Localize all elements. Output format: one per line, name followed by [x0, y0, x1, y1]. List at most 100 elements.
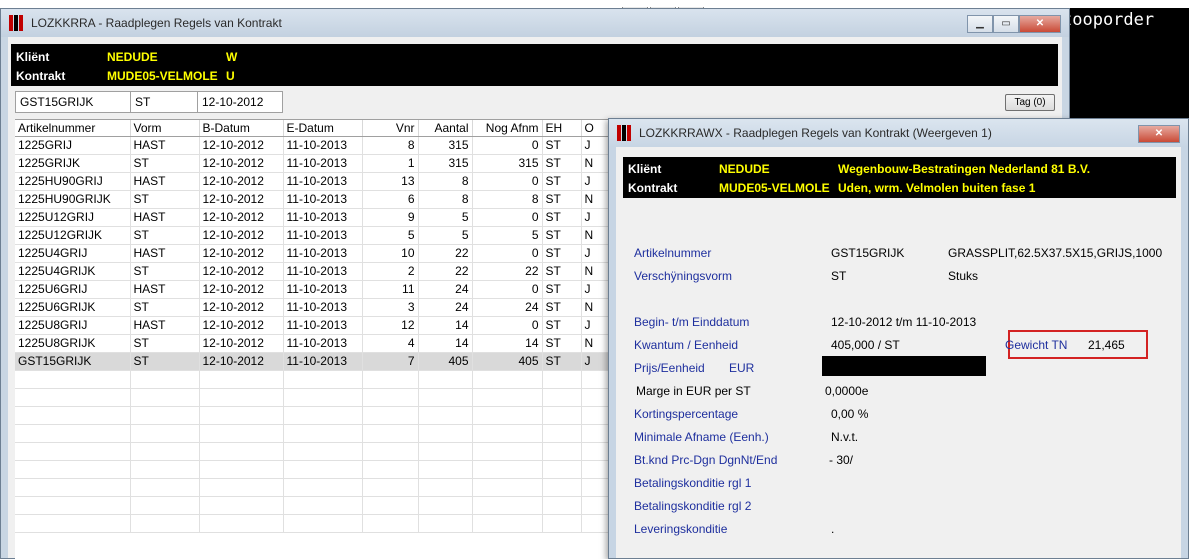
column-header[interactable]: Vnr	[362, 120, 419, 137]
column-header[interactable]: Artikelnummer	[15, 120, 131, 137]
table-row[interactable]: 1225U12GRIJK ST 12-10-2012 11-10-2013 5 5 5 ST N	[15, 226, 612, 245]
column-header[interactable]: Aantal	[418, 120, 473, 137]
table-cell: 11-10-2013	[283, 262, 363, 281]
empty-cell	[362, 442, 419, 461]
empty-cell	[542, 478, 582, 497]
table-cell: 13	[362, 172, 419, 191]
table-cell: HAST	[130, 316, 200, 335]
table-cell: ST	[542, 280, 582, 299]
table-cell: 11-10-2013	[283, 136, 363, 155]
column-header[interactable]: EH	[542, 120, 582, 137]
table-cell: ST	[130, 334, 200, 353]
table-cell: 22	[418, 244, 473, 263]
delivery-condition-label: Leveringskonditie	[634, 522, 728, 536]
table-row[interactable]: 1225U8GRIJK ST 12-10-2012 11-10-2013 4 14 14 ST…	[15, 334, 612, 353]
empty-cell	[130, 442, 200, 461]
empty-cell	[283, 460, 363, 479]
filter-date-field[interactable]: 12-10-2012	[197, 91, 283, 113]
tag-button[interactable]: Tag (0)	[1005, 94, 1055, 111]
table-row[interactable]: 1225U6GRIJ HAST 12-10-2012 11-10-2013 11 24 0 S…	[15, 280, 612, 299]
empty-cell	[581, 514, 612, 533]
table-cell: 2	[362, 262, 419, 281]
empty-cell	[542, 424, 582, 443]
filter-article-field[interactable]: GST15GRIJK	[15, 91, 131, 113]
empty-cell	[283, 442, 363, 461]
column-header[interactable]: E-Datum	[283, 120, 363, 137]
payment-condition-1-label: Betalingskonditie rgl 1	[634, 476, 752, 490]
filter-form-field[interactable]: ST	[130, 91, 198, 113]
table-cell: ST	[542, 226, 582, 245]
empty-cell	[15, 442, 131, 461]
table-cell: 11-10-2013	[283, 244, 363, 263]
window2-title: LOZKKRRAWX - Raadplegen Regels van Kontr…	[639, 126, 992, 140]
column-header[interactable]: Vorm	[130, 120, 200, 137]
table-cell: J	[581, 136, 612, 155]
table-cell: 9	[362, 208, 419, 227]
empty-cell	[199, 496, 284, 515]
table-cell: 14	[472, 334, 543, 353]
table-row[interactable]: 1225HU90GRIJ HAST 12-10-2012 11-10-2013 13 8 0…	[15, 172, 612, 191]
table-row[interactable]: 1225U12GRIJ HAST 12-10-2012 11-10-2013 9 5 0 ST…	[15, 208, 612, 227]
detail-contract-label: Kontrakt	[628, 181, 678, 195]
empty-cell	[581, 424, 612, 443]
column-header[interactable]: B-Datum	[199, 120, 284, 137]
table-cell: HAST	[130, 208, 200, 227]
table-cell: 11-10-2013	[283, 208, 363, 227]
empty-cell	[542, 460, 582, 479]
price-label: Prijs/Eenheid	[634, 361, 705, 375]
table-row[interactable]: 1225U6GRIJK ST 12-10-2012 11-10-2013 3 24 24 ST…	[15, 298, 612, 317]
window2-titlebar[interactable]: LOZKKRRAWX - Raadplegen Regels van Kontr…	[609, 119, 1188, 147]
close-icon[interactable]: ✕	[1019, 15, 1061, 33]
table-cell: 1225U12GRIJK	[15, 226, 131, 245]
table-row[interactable]: GST15GRIJK ST 12-10-2012 11-10-2013 7 405 405 S…	[15, 352, 612, 371]
article-description: GRASSPLIT,62.5X37.5X15,GRIJS,1000	[948, 246, 1163, 260]
close-icon[interactable]: ✕	[1138, 125, 1180, 143]
table-row[interactable]: 1225U4GRIJK ST 12-10-2012 11-10-2013 2 22 22 ST…	[15, 262, 612, 281]
table-cell: 8	[362, 136, 419, 155]
table-row[interactable]: 1225HU90GRIJK ST 12-10-2012 11-10-2013 6 8 8 ST…	[15, 190, 612, 209]
empty-cell	[199, 460, 284, 479]
empty-row	[15, 370, 612, 389]
table-cell: 1225U4GRIJ	[15, 244, 131, 263]
table-cell: ST	[542, 244, 582, 263]
empty-cell	[199, 370, 284, 389]
empty-cell	[418, 370, 473, 389]
table-cell: ST	[542, 154, 582, 173]
table-cell: 1225U8GRIJ	[15, 316, 131, 335]
empty-cell	[472, 388, 543, 407]
table-row[interactable]: 1225GRIJ HAST 12-10-2012 11-10-2013 8 315 0 ST J	[15, 136, 612, 155]
empty-cell	[362, 388, 419, 407]
table-row[interactable]: 1225U4GRIJ HAST 12-10-2012 11-10-2013 10 22 0 S…	[15, 244, 612, 263]
lines-table: Artikelnummer Vorm B-Datum E-Datum Vnr Aantal…	[15, 120, 612, 533]
table-cell: 12-10-2012	[199, 280, 284, 299]
empty-cell	[542, 406, 582, 425]
empty-cell	[542, 514, 582, 533]
contract-header: Kliënt NEDUDE W Kontrakt MUDE05-VELMOLE …	[11, 44, 1058, 86]
table-cell: 0	[472, 136, 543, 155]
column-header[interactable]: O	[581, 120, 612, 137]
table-cell: 8	[472, 190, 543, 209]
empty-cell	[199, 514, 284, 533]
table-cell: 12-10-2012	[199, 154, 284, 173]
table-row[interactable]: 1225U8GRIJ HAST 12-10-2012 11-10-2013 12 14 0 S…	[15, 316, 612, 335]
table-cell: 8	[418, 190, 473, 209]
client-code: NEDUDE	[107, 50, 158, 64]
client-label: Kliënt	[16, 50, 50, 64]
minimize-icon[interactable]: ▁	[967, 15, 993, 33]
empty-cell	[15, 460, 131, 479]
table-cell: J	[581, 316, 612, 335]
table-row[interactable]: 1225GRIJK ST 12-10-2012 11-10-2013 1 315 315 ST…	[15, 154, 612, 173]
table-cell: 4	[362, 334, 419, 353]
maximize-icon[interactable]: ▭	[993, 15, 1019, 33]
empty-cell	[199, 478, 284, 497]
table-cell: ST	[130, 226, 200, 245]
column-header[interactable]: Nog Afnm	[472, 120, 543, 137]
table-cell: GST15GRIJK	[15, 352, 131, 371]
empty-row	[15, 388, 612, 407]
window1-titlebar[interactable]: LOZKKRRA - Raadplegen Regels van Kontrak…	[1, 9, 1069, 37]
background-window-buttons	[622, 0, 722, 11]
empty-cell	[418, 406, 473, 425]
empty-cell	[199, 388, 284, 407]
empty-cell	[283, 478, 363, 497]
table-cell: 11-10-2013	[283, 316, 363, 335]
